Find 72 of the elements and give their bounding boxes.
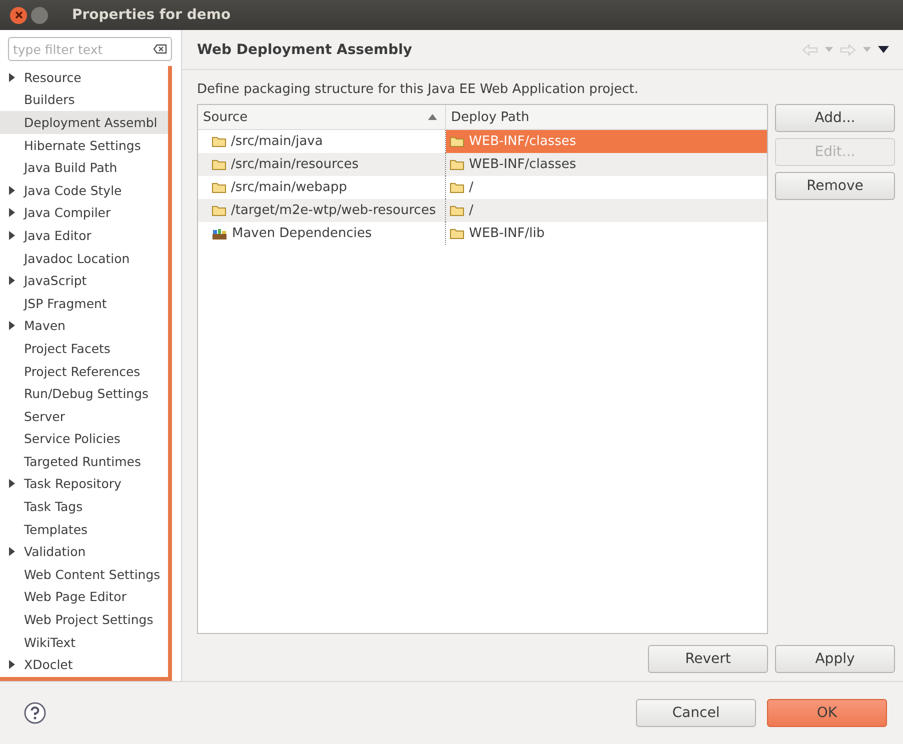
sidebar-item[interactable]: Java Compiler xyxy=(0,202,168,224)
filter-field[interactable]: type filter text xyxy=(8,37,172,61)
action-button[interactable]: Add... xyxy=(775,104,895,132)
page-button[interactable]: Revert xyxy=(648,645,768,673)
sidebar-item[interactable]: Javadoc Location xyxy=(0,246,168,270)
sidebar-item[interactable]: Web Content Settings xyxy=(0,563,168,586)
table-cell: Maven Dependencies xyxy=(198,222,446,245)
sidebar-item[interactable]: Project References xyxy=(0,360,168,382)
window-title: Properties for demo xyxy=(72,7,231,23)
sidebar-item[interactable]: Java Build Path xyxy=(0,156,168,179)
dialog-button[interactable]: OK xyxy=(767,699,887,727)
clear-icon[interactable] xyxy=(153,44,167,54)
sidebar-item[interactable]: Validation xyxy=(0,540,168,564)
folder-icon xyxy=(450,205,464,216)
description-text: Define packaging structure for this Java EE Web Application project. xyxy=(197,82,640,99)
help-icon[interactable] xyxy=(24,702,46,724)
library-icon xyxy=(212,228,227,240)
expand-icon[interactable] xyxy=(8,547,16,556)
expand-icon[interactable] xyxy=(8,276,16,286)
action-button[interactable]: Remove xyxy=(775,172,895,200)
expand-icon[interactable] xyxy=(8,321,16,330)
sidebar-item[interactable]: JavaScript xyxy=(0,269,168,292)
table-cell[interactable]: / xyxy=(446,199,767,222)
table-cell[interactable]: WEB-INF/lib xyxy=(446,222,767,245)
sidebar-item[interactable]: WikiText xyxy=(0,630,168,654)
sidebar-item[interactable]: Resource xyxy=(0,66,168,89)
sidebar-item[interactable]: Run/Debug Settings xyxy=(0,382,168,405)
table-cell: /target/m2e-wtp/web-resources xyxy=(198,199,446,222)
page-button[interactable]: Apply xyxy=(775,645,895,673)
sidebar-item[interactable]: Server xyxy=(0,404,168,428)
expand-icon[interactable] xyxy=(8,186,16,195)
folder-icon xyxy=(212,205,226,216)
column-header[interactable]: Deploy Path xyxy=(446,105,767,129)
minimize-button[interactable] xyxy=(31,6,48,24)
expand-icon[interactable] xyxy=(8,660,16,670)
table-cell[interactable]: / xyxy=(446,176,767,199)
folder-icon xyxy=(450,136,464,147)
close-button[interactable] xyxy=(10,6,27,24)
folder-icon xyxy=(212,159,226,170)
column-header[interactable]: Source xyxy=(198,105,446,129)
sidebar-item[interactable]: Deployment Assembl xyxy=(0,111,168,134)
sidebar-item[interactable]: Java Editor xyxy=(0,224,168,247)
sort-icon xyxy=(428,114,437,120)
sidebar-item[interactable]: Templates xyxy=(0,518,168,540)
sidebar-item[interactable]: Maven xyxy=(0,314,168,338)
page-title: Web Deployment Assembly xyxy=(197,42,412,58)
expand-icon[interactable] xyxy=(8,72,16,82)
expand-icon[interactable] xyxy=(8,230,16,240)
folder-icon xyxy=(212,136,226,147)
sidebar-item[interactable]: XDoclet xyxy=(0,653,168,676)
sidebar-item[interactable]: Web Page Editor xyxy=(0,586,168,608)
expand-icon[interactable] xyxy=(8,479,16,488)
table-cell[interactable]: WEB-INF/classes xyxy=(446,153,767,176)
table-cell: /src/main/resources xyxy=(198,153,446,176)
folder-icon xyxy=(450,228,464,239)
sidebar-item[interactable]: Hibernate Settings xyxy=(0,134,168,156)
folder-icon xyxy=(450,182,464,193)
sidebar-item[interactable]: Web Project Settings xyxy=(0,608,168,631)
sidebar-item[interactable]: Java Code Style xyxy=(0,178,168,202)
sidebar-item[interactable]: Task Repository xyxy=(0,472,168,496)
folder-icon xyxy=(450,159,464,170)
view-menu-icon[interactable] xyxy=(878,46,889,53)
sidebar-item[interactable]: Builders xyxy=(0,88,168,112)
folder-icon xyxy=(212,182,226,193)
dialog-button[interactable]: Cancel xyxy=(636,699,756,727)
expand-icon[interactable] xyxy=(8,208,16,218)
sidebar-item[interactable]: JSP Fragment xyxy=(0,292,168,315)
sidebar-item[interactable]: Targeted Runtimes xyxy=(0,450,168,473)
sidebar-item[interactable]: Task Tags xyxy=(0,495,168,518)
close-icon xyxy=(14,10,24,20)
sidebar-item[interactable]: Service Policies xyxy=(0,428,168,450)
sidebar-item[interactable]: Project Facets xyxy=(0,337,168,360)
